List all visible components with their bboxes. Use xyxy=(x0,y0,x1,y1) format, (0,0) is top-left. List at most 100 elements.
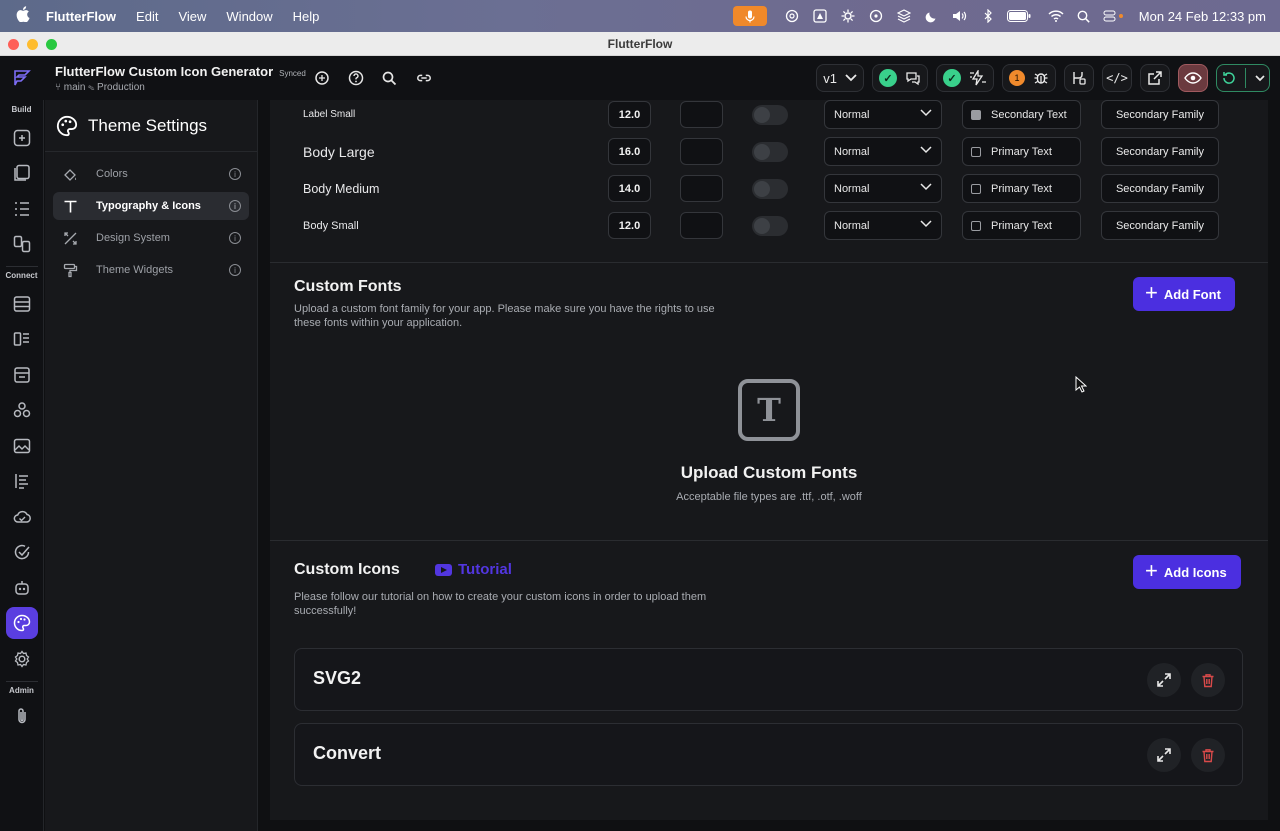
microphone-icon[interactable] xyxy=(732,6,767,26)
comments-status[interactable]: ✓ xyxy=(872,64,928,92)
info-icon[interactable]: i xyxy=(229,200,241,212)
font-size-input[interactable]: 14.0 xyxy=(608,175,651,202)
control-center-icon[interactable] xyxy=(1103,7,1125,25)
menu-window[interactable]: Window xyxy=(226,9,272,24)
version-selector[interactable]: v1 xyxy=(816,64,864,92)
text-color-select[interactable]: Secondary Text xyxy=(962,100,1081,129)
menubar-clock[interactable]: Mon 24 Feb 12:33 pm xyxy=(1139,9,1266,24)
font-size-input[interactable]: 16.0 xyxy=(608,138,651,165)
typography-row[interactable]: Label Small 12.0 Normal Secondary Text S… xyxy=(270,100,1268,133)
rail-attachments[interactable] xyxy=(0,699,44,735)
moon-icon[interactable] xyxy=(923,7,941,25)
issues-status[interactable]: 1 xyxy=(1002,64,1056,92)
font-family-select[interactable]: Secondary Family xyxy=(1101,100,1219,129)
custom-icon-card[interactable]: SVG2 xyxy=(294,648,1243,711)
run-mode-button[interactable] xyxy=(1216,64,1270,92)
text-color-select[interactable]: Primary Text xyxy=(962,137,1081,166)
custom-icon-card[interactable]: Convert xyxy=(294,723,1243,786)
rail-add-widget[interactable] xyxy=(0,120,44,156)
search-icon[interactable] xyxy=(382,70,398,86)
view-code-button[interactable]: </> xyxy=(1102,64,1132,92)
rail-widget-tree[interactable] xyxy=(0,191,44,227)
expand-icon[interactable] xyxy=(1147,738,1181,772)
bluetooth-icon[interactable] xyxy=(979,7,997,25)
open-external-button[interactable] xyxy=(1140,64,1170,92)
chatgpt-icon[interactable] xyxy=(783,7,801,25)
expand-icon[interactable] xyxy=(1147,663,1181,697)
text-color-select[interactable]: Primary Text xyxy=(962,174,1081,203)
sidebar-item-colors[interactable]: Colors i xyxy=(53,160,249,188)
italic-toggle[interactable] xyxy=(752,215,788,236)
help-icon[interactable] xyxy=(348,70,364,86)
italic-toggle[interactable] xyxy=(752,104,788,125)
share-link-icon[interactable] xyxy=(416,70,432,86)
settings-gear-icon[interactable] xyxy=(839,7,857,25)
line-height-input[interactable] xyxy=(680,175,723,202)
info-icon[interactable]: i xyxy=(229,232,241,244)
rail-agents[interactable] xyxy=(0,570,44,606)
typography-row[interactable]: Body Small 12.0 Normal Primary Text Seco… xyxy=(270,207,1268,244)
typography-row[interactable]: Body Medium 14.0 Normal Primary Text Sec… xyxy=(270,170,1268,207)
battery-icon[interactable] xyxy=(1006,7,1031,25)
delete-trash-icon[interactable] xyxy=(1191,738,1225,772)
italic-toggle[interactable] xyxy=(752,178,788,199)
line-height-input[interactable] xyxy=(680,138,723,165)
sidebar-item-design-system[interactable]: Design System i xyxy=(53,224,249,252)
rail-media-assets[interactable] xyxy=(0,428,44,464)
actions-status[interactable]: ✓ xyxy=(936,64,994,92)
line-height-input[interactable] xyxy=(680,212,723,239)
upload-font-t-icon[interactable]: T xyxy=(738,379,800,441)
menu-view[interactable]: View xyxy=(178,9,206,24)
zoom-window-button[interactable] xyxy=(46,39,57,50)
branch-name[interactable]: main xyxy=(64,82,86,93)
add-font-button[interactable]: + Add Font xyxy=(1133,277,1235,311)
branching-button[interactable] xyxy=(1064,64,1094,92)
preview-button[interactable] xyxy=(1178,64,1208,92)
menu-app[interactable]: FlutterFlow xyxy=(46,9,116,24)
menu-help[interactable]: Help xyxy=(293,9,320,24)
close-window-button[interactable] xyxy=(8,39,19,50)
tutorial-link[interactable]: Tutorial xyxy=(435,561,512,578)
rail-integrations[interactable] xyxy=(0,393,44,429)
wifi-icon[interactable] xyxy=(1047,7,1065,25)
rail-pages[interactable] xyxy=(0,156,44,192)
text-color-select[interactable]: Primary Text xyxy=(962,211,1081,240)
font-size-input[interactable]: 12.0 xyxy=(608,101,651,128)
line-height-input[interactable] xyxy=(680,101,723,128)
font-weight-select[interactable]: Normal xyxy=(824,211,942,240)
rail-database[interactable] xyxy=(0,286,44,322)
info-icon[interactable]: i xyxy=(229,264,241,276)
app-state-icon[interactable] xyxy=(314,70,330,86)
font-family-select[interactable]: Secondary Family xyxy=(1101,137,1219,166)
rail-storyboard[interactable] xyxy=(0,227,44,263)
minimize-window-button[interactable] xyxy=(27,39,38,50)
hotspot-icon[interactable] xyxy=(867,7,885,25)
layers-icon[interactable] xyxy=(895,7,913,25)
rail-custom-code[interactable] xyxy=(0,464,44,500)
delete-trash-icon[interactable] xyxy=(1191,663,1225,697)
spotlight-search-icon[interactable] xyxy=(1075,7,1093,25)
font-family-select[interactable]: Secondary Family xyxy=(1101,211,1219,240)
drive-icon[interactable] xyxy=(811,7,829,25)
menu-edit[interactable]: Edit xyxy=(136,9,158,24)
flutterflow-logo-icon[interactable] xyxy=(0,56,44,100)
rail-cloud-functions[interactable] xyxy=(0,499,44,535)
typography-row[interactable]: Body Large 16.0 Normal Primary Text Seco… xyxy=(270,133,1268,170)
font-family-select[interactable]: Secondary Family xyxy=(1101,174,1219,203)
rail-tests[interactable] xyxy=(0,535,44,571)
rail-api-calls[interactable] xyxy=(0,357,44,393)
apple-icon[interactable] xyxy=(16,6,32,26)
font-weight-select[interactable]: Normal xyxy=(824,174,942,203)
font-size-input[interactable]: 12.0 xyxy=(608,212,651,239)
italic-toggle[interactable] xyxy=(752,141,788,162)
rail-app-state[interactable] xyxy=(0,322,44,358)
rail-theme-settings[interactable] xyxy=(0,606,44,642)
add-icons-button[interactable]: + Add Icons xyxy=(1133,555,1241,589)
volume-icon[interactable] xyxy=(951,7,969,25)
environment-name[interactable]: Production xyxy=(97,82,145,93)
rail-settings[interactable] xyxy=(0,641,44,677)
font-weight-select[interactable]: Normal xyxy=(824,137,942,166)
sidebar-item-theme-widgets[interactable]: Theme Widgets i xyxy=(53,256,249,284)
project-name[interactable]: FlutterFlow Custom Icon Generator xyxy=(55,64,273,79)
font-weight-select[interactable]: Normal xyxy=(824,100,942,129)
